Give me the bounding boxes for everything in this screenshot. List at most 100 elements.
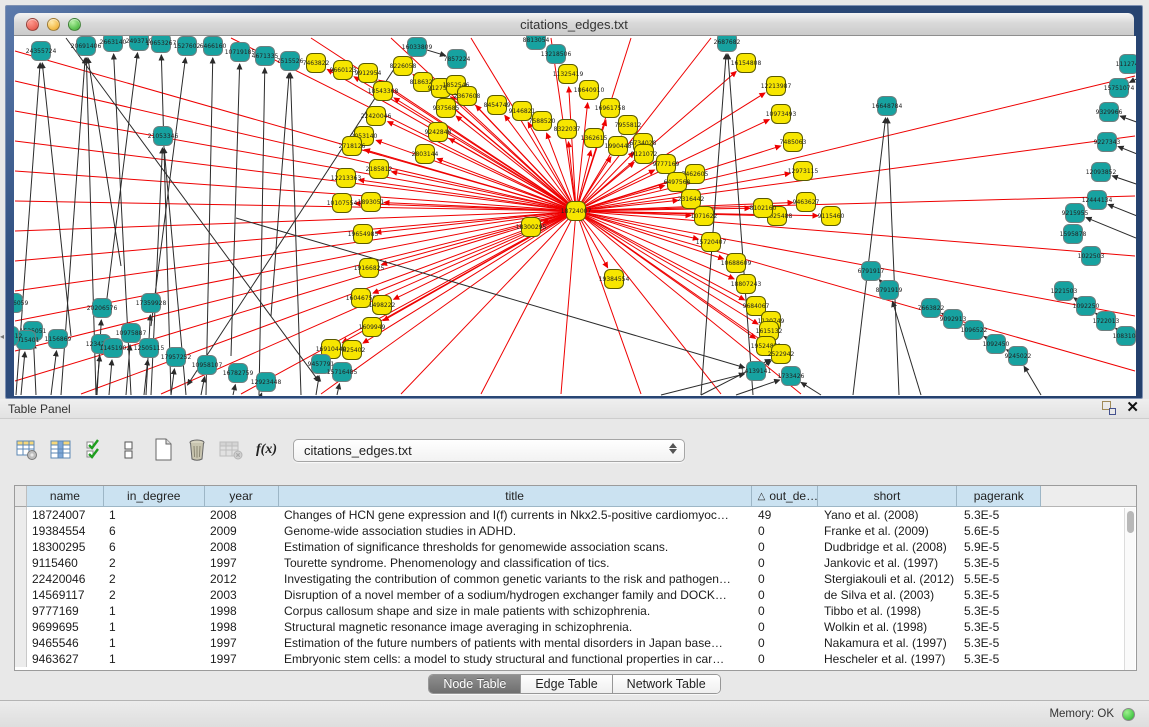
table-cell-out_degree[interactable]: 0 bbox=[753, 635, 819, 651]
table-cell-year[interactable]: 2003 bbox=[205, 587, 279, 603]
graph-node[interactable]: 7588520 bbox=[532, 111, 552, 131]
table-cell-in_degree[interactable]: 6 bbox=[104, 539, 205, 555]
graph-node[interactable]: 9463627 bbox=[796, 192, 816, 212]
table-row[interactable]: 911546021997Tourette syndrome. Phenomeno… bbox=[15, 555, 1136, 571]
column-settings-icon[interactable] bbox=[14, 437, 40, 463]
table-cell-title[interactable]: Corpus callosum shape and size in male p… bbox=[279, 603, 753, 619]
graph-node[interactable]: 1092450 bbox=[986, 334, 1006, 354]
create-column-icon[interactable] bbox=[150, 437, 176, 463]
graph-edge[interactable] bbox=[1108, 204, 1136, 218]
graph-node[interactable]: 18300295 bbox=[521, 217, 541, 237]
column-header-year[interactable]: year bbox=[205, 486, 279, 507]
graph-edge[interactable] bbox=[1112, 176, 1136, 186]
graph-edge[interactable] bbox=[241, 211, 576, 394]
graph-node[interactable]: 8791919 bbox=[879, 280, 899, 300]
graph-node[interactable]: 9375685 bbox=[436, 98, 456, 118]
table-cell-short[interactable]: de Silva et al. (2003) bbox=[819, 587, 959, 603]
table-cell-title[interactable]: Estimation of the future numbers of pati… bbox=[279, 635, 753, 651]
tab-node-table[interactable]: Node Table bbox=[429, 675, 521, 693]
graph-node[interactable]: 8322037 bbox=[557, 119, 577, 139]
table-cell-in_degree[interactable]: 1 bbox=[104, 619, 205, 635]
graph-node[interactable]: 18724007 bbox=[566, 201, 586, 221]
graph-node[interactable]: 7955812 bbox=[618, 115, 638, 135]
table-cell-name[interactable]: 22420046 bbox=[27, 571, 104, 587]
graph-node[interactable]: 8813054 bbox=[526, 36, 546, 50]
graph-node[interactable]: 22420046 bbox=[366, 106, 386, 126]
graph-node[interactable]: 9215955 bbox=[1065, 203, 1085, 223]
table-cell-name[interactable]: 9699695 bbox=[27, 619, 104, 635]
graph-edge[interactable] bbox=[569, 87, 576, 211]
graph-edge[interactable] bbox=[1024, 366, 1041, 395]
table-cell-out_degree[interactable]: 0 bbox=[753, 555, 819, 571]
table-cell-title[interactable]: Structural magnetic resonance image aver… bbox=[279, 619, 753, 635]
graph-edge[interactable] bbox=[42, 63, 71, 336]
table-row[interactable]: 1872400712008Changes of HCN gene express… bbox=[15, 507, 1136, 523]
graph-node[interactable]: 8454749 bbox=[487, 95, 507, 115]
graph-node[interactable]: 1112747 bbox=[1119, 54, 1136, 74]
graph-node[interactable]: 18543368 bbox=[373, 81, 393, 101]
graph-node[interactable]: 19654985 bbox=[353, 224, 373, 244]
table-cell-pagerank[interactable]: 5.3E-5 bbox=[959, 651, 1043, 667]
graph-edge[interactable] bbox=[801, 382, 821, 395]
graph-edge[interactable] bbox=[887, 118, 899, 395]
graph-node[interactable]: 1156869 bbox=[48, 329, 68, 349]
table-cell-title[interactable]: Investigating the contribution of common… bbox=[279, 571, 753, 587]
graph-node[interactable]: 10653267 bbox=[151, 36, 171, 53]
table-cell-pagerank[interactable]: 5.3E-5 bbox=[959, 619, 1043, 635]
network-canvas[interactable]: 1872400782260588186323912750818525462367… bbox=[14, 36, 1136, 396]
table-cell-year[interactable]: 2009 bbox=[205, 523, 279, 539]
table-cell-out_degree[interactable]: 0 bbox=[753, 523, 819, 539]
graph-node[interactable]: 2718126 bbox=[342, 136, 362, 156]
graph-node[interactable]: 7485063 bbox=[783, 132, 803, 152]
graph-node[interactable]: 12444134 bbox=[1087, 190, 1107, 210]
graph-node[interactable]: 21053346 bbox=[153, 126, 173, 146]
table-cell-name[interactable]: 9463627 bbox=[27, 651, 104, 667]
select-all-icon[interactable] bbox=[82, 437, 108, 463]
table-cell-pagerank[interactable]: 5.6E-5 bbox=[959, 523, 1043, 539]
table-cell-title[interactable]: Embryonic stem cells: a model to study s… bbox=[279, 651, 753, 667]
graph-node[interactable]: 14139141 bbox=[746, 361, 766, 381]
table-cell-name[interactable]: 18724007 bbox=[27, 507, 104, 523]
graph-edge[interactable] bbox=[261, 393, 262, 395]
window-minimize-button[interactable] bbox=[47, 18, 60, 31]
deselect-all-icon[interactable] bbox=[116, 437, 142, 463]
graph-node[interactable]: 9329966 bbox=[1099, 102, 1119, 122]
table-cell-pagerank[interactable]: 5.3E-5 bbox=[959, 555, 1043, 571]
graph-node[interactable]: 16033809 bbox=[407, 37, 427, 57]
graph-node[interactable]: 1595878 bbox=[1063, 224, 1083, 244]
graph-edge[interactable] bbox=[201, 377, 205, 395]
table-row[interactable]: 1938455462009Genome-wide association stu… bbox=[15, 523, 1136, 539]
table-cell-name[interactable]: 9777169 bbox=[27, 603, 104, 619]
graph-node[interactable]: 6466160 bbox=[203, 36, 223, 56]
network-window-titlebar[interactable]: citations_edges.txt bbox=[14, 13, 1134, 36]
table-selector-dropdown[interactable]: citations_edges.txt bbox=[293, 439, 685, 462]
graph-node[interactable]: 13218506 bbox=[546, 44, 566, 64]
table-cell-out_degree[interactable]: 0 bbox=[753, 619, 819, 635]
table-cell-in_degree[interactable]: 2 bbox=[104, 587, 205, 603]
graph-edge[interactable] bbox=[51, 351, 57, 395]
graph-edge[interactable] bbox=[1118, 146, 1136, 156]
graph-edge[interactable] bbox=[88, 58, 121, 266]
graph-node[interactable]: 1990448 bbox=[608, 136, 628, 156]
table-cell-pagerank[interactable]: 5.3E-5 bbox=[959, 507, 1043, 523]
graph-node[interactable]: 10958107 bbox=[197, 355, 217, 375]
column-header-short[interactable]: short bbox=[818, 486, 958, 507]
graph-edge[interactable] bbox=[853, 118, 886, 395]
table-cell-short[interactable]: Jankovic et al. (1997) bbox=[819, 555, 959, 571]
control-panel-collapse-arrow[interactable]: ◂ bbox=[0, 331, 6, 343]
graph-node[interactable]: 15716485 bbox=[332, 362, 352, 382]
table-cell-year[interactable]: 1997 bbox=[205, 555, 279, 571]
table-cell-pagerank[interactable]: 5.3E-5 bbox=[959, 603, 1043, 619]
graph-node[interactable]: 9245022 bbox=[1008, 346, 1028, 366]
table-cell-name[interactable]: 9115460 bbox=[27, 555, 104, 571]
graph-edge[interactable] bbox=[233, 385, 235, 395]
table-cell-short[interactable]: Franke et al. (2009) bbox=[819, 523, 959, 539]
table-cell-short[interactable]: Nakamura et al. (1997) bbox=[819, 635, 959, 651]
graph-edge[interactable] bbox=[271, 73, 289, 316]
table-row[interactable]: 946362711997Embryonic stem cells: a mode… bbox=[15, 651, 1136, 667]
table-cell-out_degree[interactable]: 0 bbox=[753, 603, 819, 619]
table-cell-pagerank[interactable]: 5.3E-5 bbox=[959, 635, 1043, 651]
graph-node[interactable]: 16961758 bbox=[600, 98, 620, 118]
table-cell-in_degree[interactable]: 2 bbox=[104, 555, 205, 571]
table-cell-out_degree[interactable]: 0 bbox=[753, 539, 819, 555]
